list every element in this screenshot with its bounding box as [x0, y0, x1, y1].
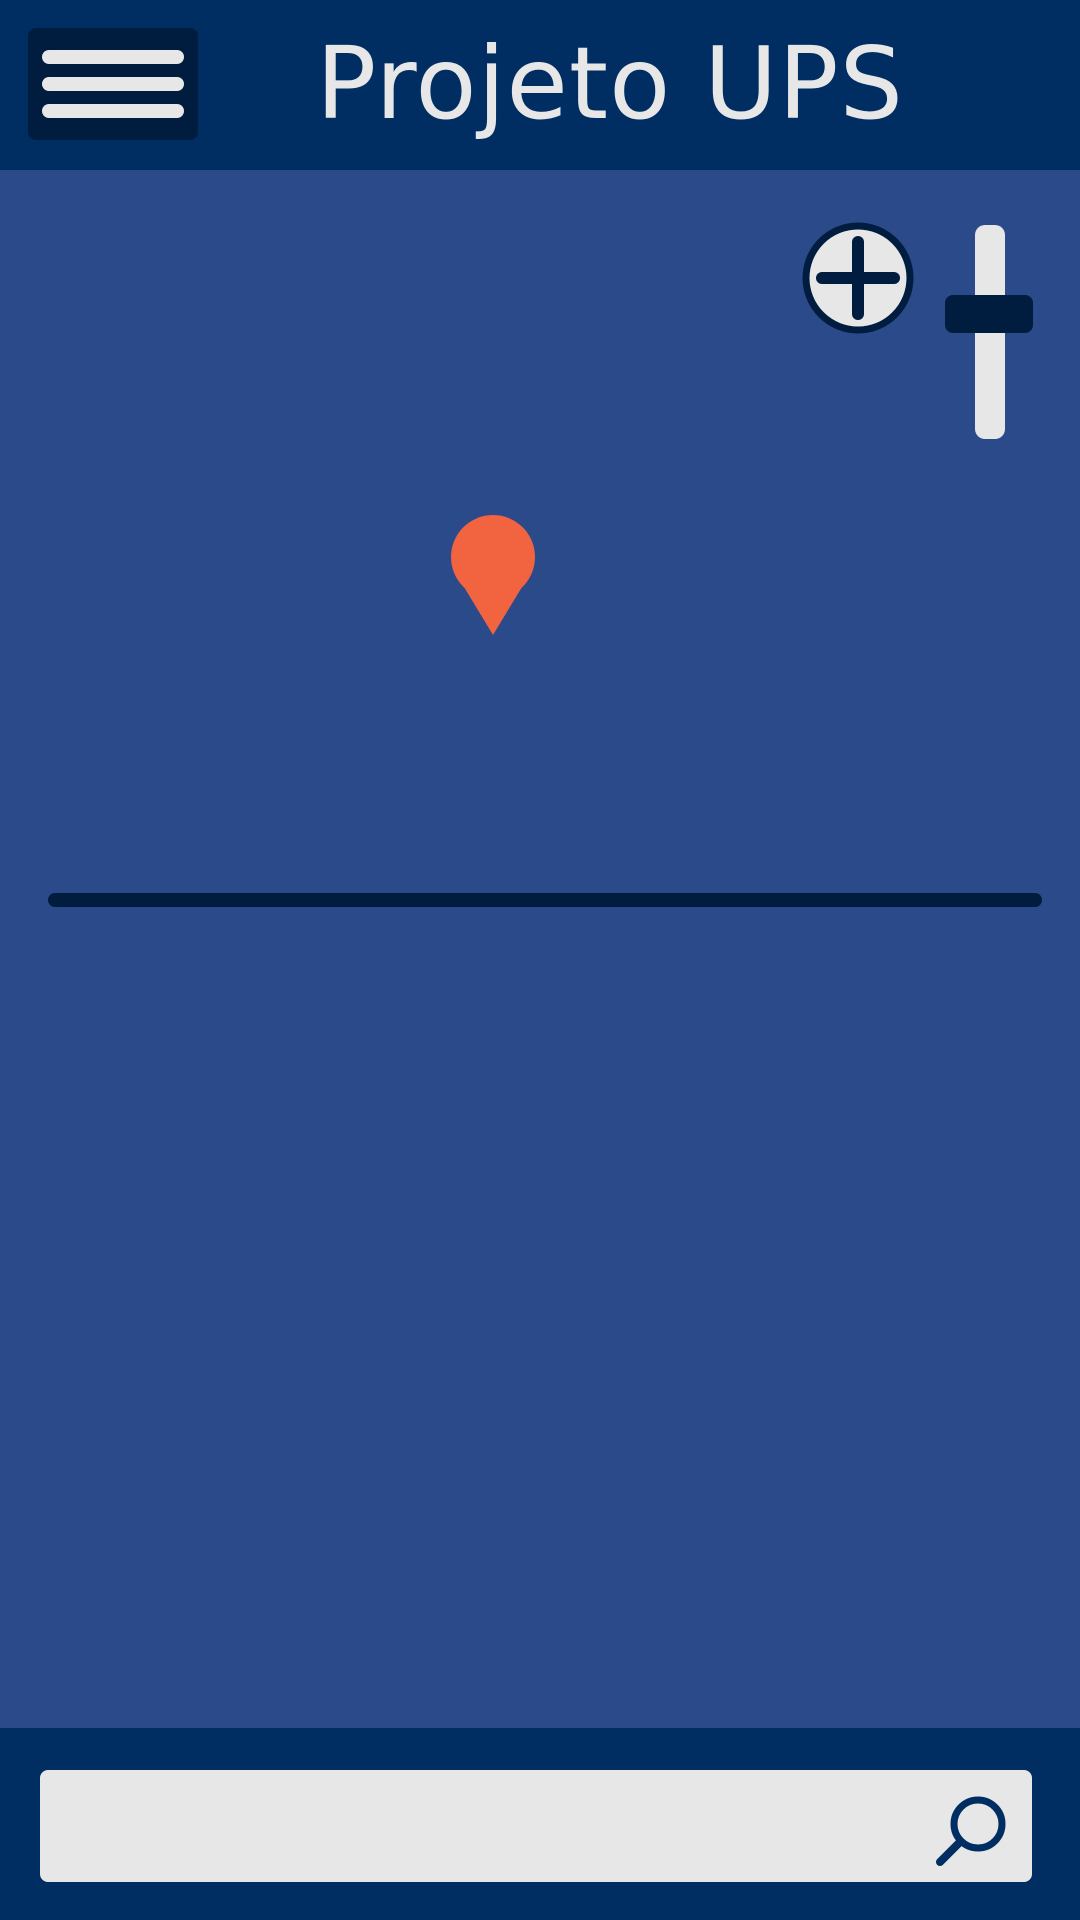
search-bar[interactable] [40, 1770, 1032, 1884]
route-line [48, 893, 1042, 907]
map-pin-icon[interactable] [449, 513, 537, 635]
menu-button[interactable] [28, 28, 198, 140]
menu-icon-bar-bottom [42, 104, 184, 118]
zoom-slider-thumb[interactable] [945, 295, 1033, 333]
map-area[interactable] [0, 170, 1080, 1728]
app-header: Projeto UPS [0, 0, 1080, 170]
zoom-in-button[interactable] [802, 222, 914, 334]
plus-circle-icon [802, 222, 914, 334]
search-icon[interactable] [928, 1790, 1012, 1874]
menu-icon-bar-middle [42, 77, 184, 91]
page-title: Projeto UPS [315, 25, 905, 142]
search-input[interactable] [60, 1770, 944, 1884]
menu-icon-bar-top [42, 50, 184, 64]
